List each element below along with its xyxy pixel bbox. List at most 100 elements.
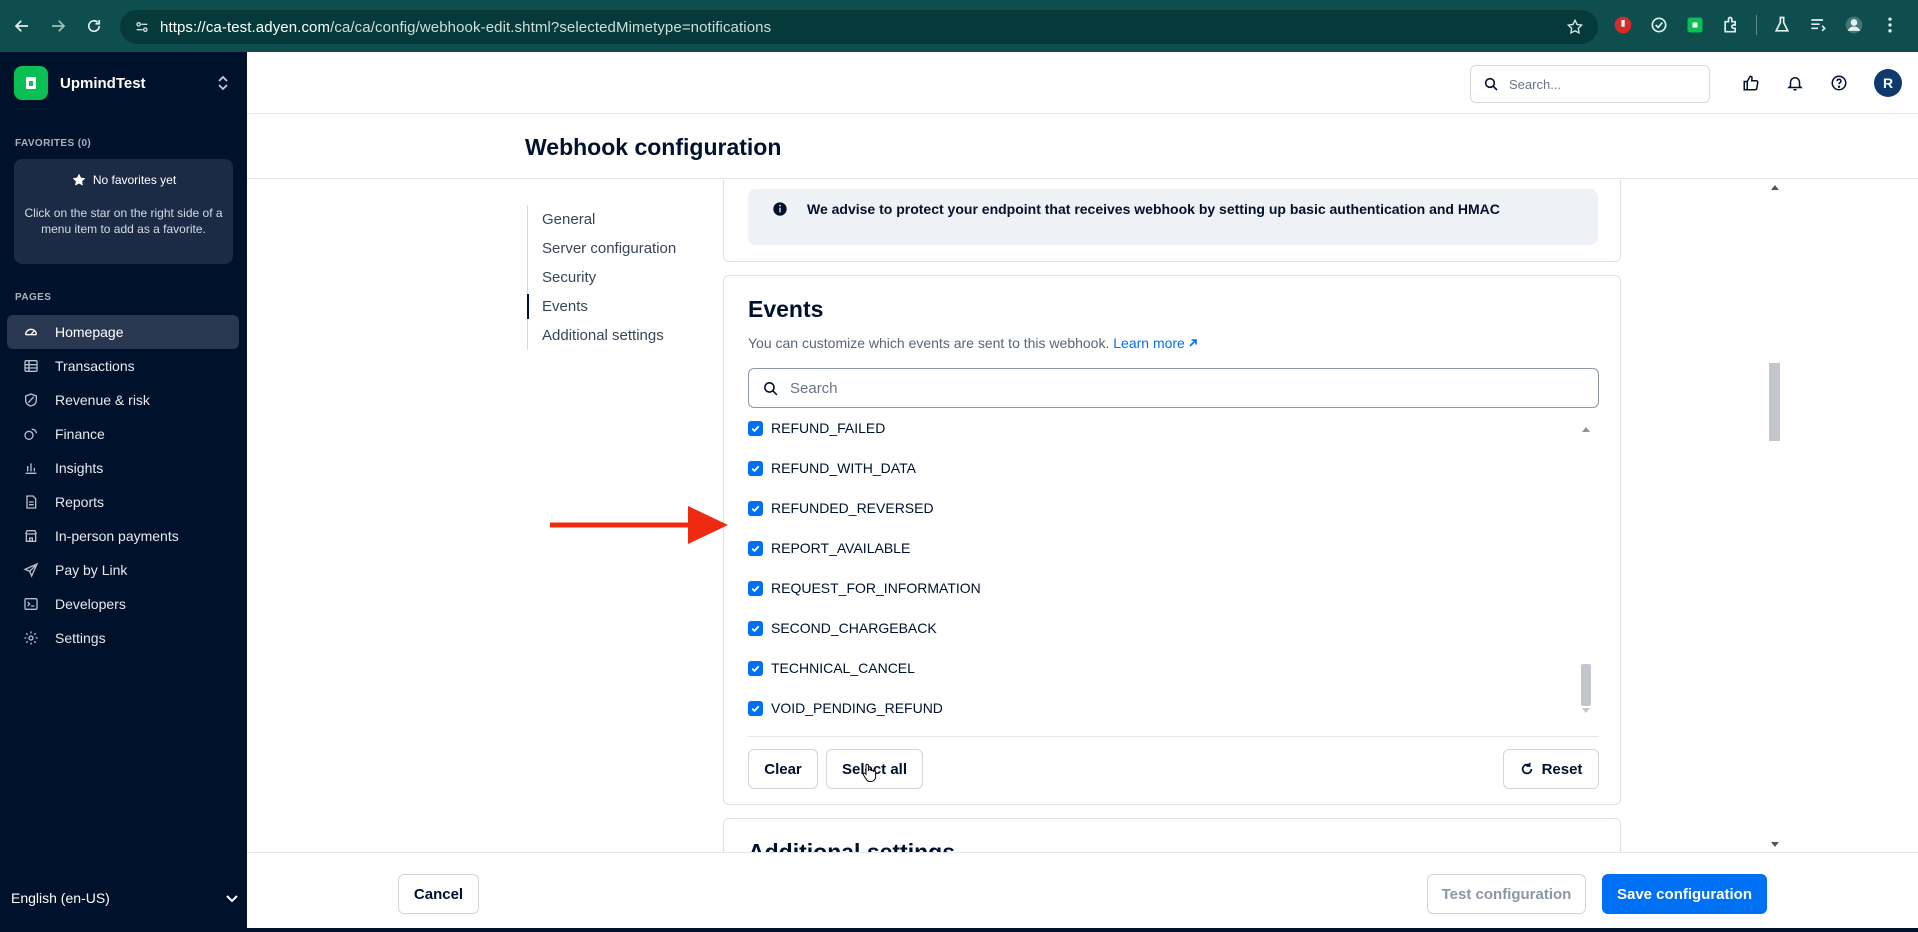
learn-more-link[interactable]: Learn more (1113, 335, 1198, 351)
search-icon (1484, 77, 1498, 91)
checkbox-checked[interactable] (748, 460, 763, 476)
sidebar-item-developers[interactable]: Developers (7, 587, 239, 621)
sidebar-item-transactions[interactable]: Transactions (7, 349, 239, 383)
extension-red-icon[interactable] (1612, 14, 1634, 36)
extension-adyen-icon[interactable] (1684, 14, 1706, 36)
reload-icon[interactable] (76, 8, 112, 44)
sidebar-item-reports[interactable]: Reports (7, 485, 239, 519)
events-divider (748, 736, 1599, 737)
sidebar-item-label: Settings (55, 630, 106, 646)
event-item-refund-with-data[interactable]: REFUND_WITH_DATA (748, 448, 916, 488)
event-item-request-for-information[interactable]: REQUEST_FOR_INFORMATION (748, 568, 981, 608)
page-scroll-thumb[interactable] (1769, 363, 1780, 441)
browser-menu-icon[interactable] (1879, 14, 1901, 36)
sidebar-item-insights[interactable]: Insights (7, 451, 239, 485)
sidebar-item-finance[interactable]: Finance (7, 417, 239, 451)
bottom-edge (247, 928, 1918, 932)
cancel-button[interactable]: Cancel (398, 874, 479, 914)
event-item-refunded-reversed[interactable]: REFUNDED_REVERSED (748, 488, 934, 528)
back-icon[interactable] (4, 8, 40, 44)
event-item-second-chargeback[interactable]: SECOND_CHARGEBACK (748, 608, 937, 648)
events-list-scrollbar[interactable] (1581, 416, 1591, 716)
events-description: You can customize which events are sent … (748, 335, 1198, 351)
sidebar-item-revenue-risk[interactable]: Revenue & risk (7, 383, 239, 417)
page-scrollbar[interactable] (1768, 180, 1782, 852)
anchor-additional-settings[interactable]: Additional settings (528, 321, 676, 350)
bookmark-star-icon[interactable] (1566, 18, 1584, 36)
events-scroll-thumb[interactable] (1581, 664, 1591, 706)
sidebar-menu: Homepage Transactions Revenue & risk Fin… (0, 315, 247, 655)
checkbox-checked[interactable] (748, 660, 763, 676)
sidebar-item-settings[interactable]: Settings (7, 621, 239, 655)
checkbox-checked[interactable] (748, 700, 763, 716)
annotation-arrow-icon (550, 506, 728, 544)
reset-button[interactable]: Reset (1503, 749, 1599, 789)
sidebar-item-label: In-person payments (55, 528, 179, 544)
avatar[interactable]: R (1874, 69, 1902, 97)
check-icon (751, 545, 760, 552)
sidebar-item-label: Finance (55, 426, 105, 442)
checkbox-checked[interactable] (748, 500, 763, 516)
shield-icon (25, 393, 37, 407)
global-search[interactable] (1470, 65, 1710, 103)
reset-icon (1521, 762, 1532, 775)
clear-button[interactable]: Clear (748, 749, 818, 789)
site-settings-icon[interactable] (134, 19, 150, 35)
anchor-security[interactable]: Security (528, 263, 676, 292)
checkbox-checked[interactable] (748, 580, 763, 596)
scroll-up-arrow-icon[interactable] (1582, 426, 1590, 432)
forward-icon[interactable] (40, 8, 76, 44)
section-anchor-nav: General Server configuration Security Ev… (526, 205, 676, 350)
event-item-refund-failed[interactable]: REFUND_FAILED (748, 416, 885, 448)
anchor-server-configuration[interactable]: Server configuration (528, 234, 676, 263)
sidebar-item-pay-by-link[interactable]: Pay by Link (7, 553, 239, 587)
scroll-up-arrow-icon[interactable] (1771, 184, 1779, 190)
event-label: REQUEST_FOR_INFORMATION (771, 580, 981, 596)
checkbox-checked[interactable] (748, 620, 763, 636)
help-icon[interactable] (1828, 72, 1850, 94)
check-icon (751, 425, 760, 432)
event-label: REFUND_FAILED (771, 420, 886, 436)
event-item-technical-cancel[interactable]: TECHNICAL_CANCEL (748, 648, 915, 688)
thumbs-up-icon[interactable] (1740, 72, 1762, 94)
gear-icon (24, 631, 38, 645)
scroll-down-arrow-icon[interactable] (1771, 842, 1779, 848)
profile-icon[interactable] (1843, 14, 1865, 36)
check-icon (751, 625, 760, 632)
page-title: Webhook configuration (525, 134, 782, 160)
security-alert: We advise to protect your endpoint that … (748, 189, 1598, 245)
sidebar-item-homepage[interactable]: Homepage (7, 315, 239, 349)
checkbox-checked[interactable] (748, 540, 763, 556)
anchor-general[interactable]: General (528, 205, 676, 234)
sidebar-item-in-person-payments[interactable]: In-person payments (7, 519, 239, 553)
extensions-puzzle-icon[interactable] (1720, 14, 1742, 36)
save-configuration-button[interactable]: Save configuration (1602, 874, 1767, 914)
sidebar-item-label: Insights (55, 460, 104, 476)
event-item-void-pending-refund[interactable]: VOID_PENDING_REFUND (748, 688, 943, 716)
anchor-events[interactable]: Events (526, 292, 676, 321)
language-selector[interactable]: English (en-US) (11, 890, 239, 906)
account-switcher[interactable]: UpmindTest (0, 52, 247, 114)
test-configuration-button[interactable]: Test configuration (1427, 874, 1586, 914)
extension-shield-icon[interactable] (1648, 14, 1670, 36)
check-icon (751, 505, 760, 512)
bell-icon[interactable] (1784, 72, 1806, 94)
reading-list-icon[interactable] (1807, 14, 1829, 36)
scroll-down-arrow-icon[interactable] (1582, 708, 1590, 714)
event-label: REFUNDED_REVERSED (771, 500, 934, 516)
event-label: REFUND_WITH_DATA (771, 460, 916, 476)
additional-settings-title: Additional settings (748, 839, 955, 852)
labs-flask-icon[interactable] (1771, 14, 1793, 36)
send-icon (23, 562, 39, 578)
events-search[interactable] (748, 368, 1599, 408)
language-label: English (en-US) (11, 890, 110, 906)
global-search-input[interactable] (1509, 76, 1699, 92)
check-icon (751, 585, 760, 592)
sidebar-item-label: Pay by Link (55, 562, 128, 578)
address-bar[interactable]: https://ca-test.adyen.com/ca/ca/config/w… (120, 10, 1598, 44)
event-item-report-available[interactable]: REPORT_AVAILABLE (748, 528, 910, 568)
events-search-input[interactable] (790, 379, 1570, 397)
checkbox-checked[interactable] (748, 420, 763, 436)
main-content: General Server configuration Security Ev… (247, 180, 1918, 852)
chevron-updown-icon[interactable] (217, 74, 229, 92)
